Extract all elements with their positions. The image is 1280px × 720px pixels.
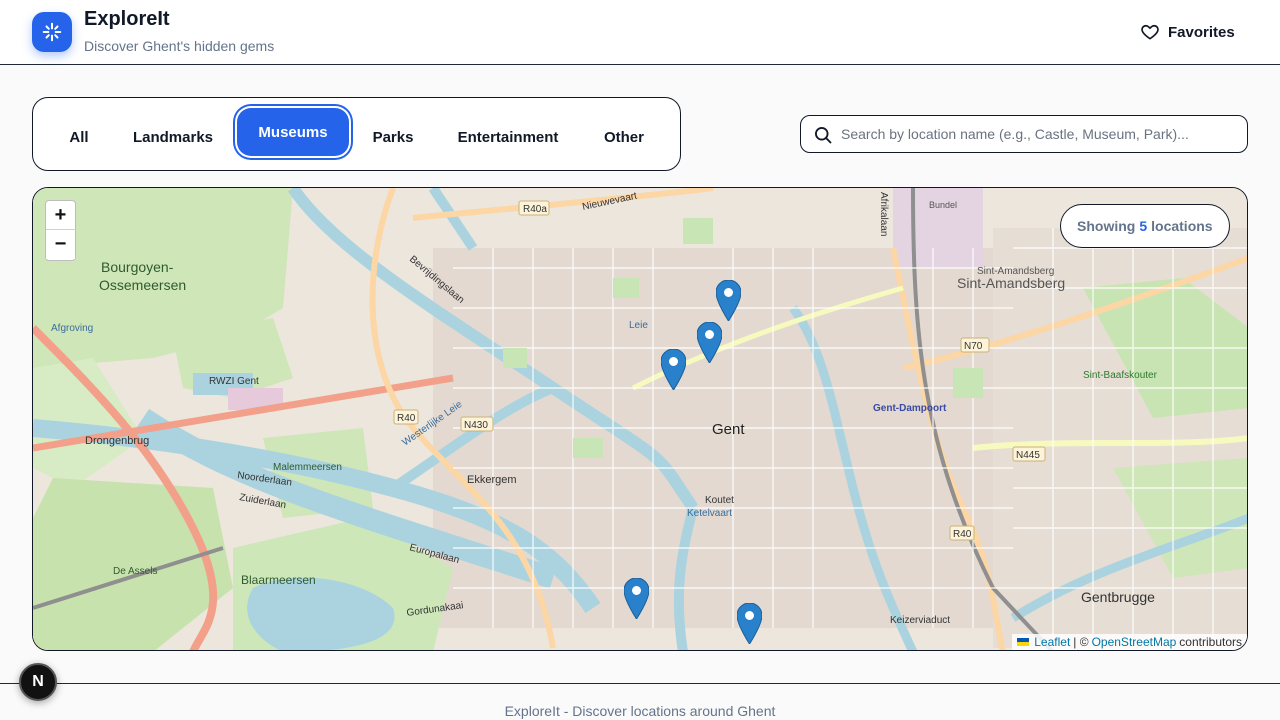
map-label-bundel: Bundel bbox=[929, 200, 957, 210]
app-subtitle: Discover Ghent's hidden gems bbox=[84, 38, 275, 54]
filter-museums[interactable]: Museums bbox=[237, 108, 349, 156]
map-label-leie: Leie bbox=[629, 320, 648, 331]
filter-landmarks[interactable]: Landmarks bbox=[121, 110, 225, 158]
map-label-ossemeersen: Ossemeersen bbox=[99, 277, 186, 293]
filter-parks[interactable]: Parks bbox=[361, 110, 425, 158]
location-marker[interactable] bbox=[716, 280, 741, 321]
count-value: 5 bbox=[1139, 218, 1148, 234]
zoom-in-button[interactable]: + bbox=[46, 201, 75, 230]
app-logo[interactable] bbox=[32, 12, 72, 52]
map-label-blaarmeersen: Blaarmeersen bbox=[241, 573, 316, 587]
map-label-bourgoyen: Bourgoyen- bbox=[101, 259, 174, 275]
zoom-control: + − bbox=[45, 200, 76, 261]
map-label-malemmeersen: Malemmeersen bbox=[273, 462, 342, 473]
attribution-separator: | © bbox=[1073, 635, 1089, 649]
map-label-koutet: Koutet bbox=[705, 495, 734, 506]
location-count-badge: Showing 5 locations bbox=[1060, 204, 1230, 248]
map-label-ekkergem: Ekkergem bbox=[467, 474, 517, 486]
sparkle-icon bbox=[42, 22, 62, 42]
map-label-gentbrugge: Gentbrugge bbox=[1081, 589, 1155, 605]
location-marker[interactable] bbox=[624, 578, 649, 619]
category-filter: All Landmarks Museums Parks Entertainmen… bbox=[32, 97, 681, 171]
map-label-rwzi: RWZI Gent bbox=[209, 376, 259, 387]
map-label-sint-amandsberg: Sint-Amandsberg bbox=[957, 275, 1065, 291]
road-label-r40-west: R40 bbox=[397, 413, 416, 424]
filter-all[interactable]: All bbox=[57, 110, 101, 158]
devtools-badge[interactable]: N bbox=[19, 663, 57, 701]
map-label-afgroving: Afgroving bbox=[51, 323, 93, 334]
map-label-ketelvaart: Ketelvaart bbox=[687, 508, 732, 519]
map-label-afrikalaan: Afrikalaan bbox=[878, 192, 889, 236]
map-label-gent: Gent bbox=[712, 421, 745, 438]
search-icon bbox=[815, 127, 832, 144]
app-title: ExploreIt bbox=[84, 8, 170, 30]
map-label-de-assels: De Assels bbox=[113, 566, 157, 577]
location-marker[interactable] bbox=[661, 349, 686, 390]
osm-link[interactable]: OpenStreetMap bbox=[1092, 635, 1177, 649]
location-marker[interactable] bbox=[737, 603, 762, 644]
leaflet-link[interactable]: Leaflet bbox=[1034, 635, 1070, 649]
search-input[interactable] bbox=[841, 116, 1241, 152]
map-label-keizerviaduct: Keizerviaduct bbox=[890, 615, 950, 626]
road-label-n430: N430 bbox=[464, 420, 488, 431]
count-suffix: locations bbox=[1151, 218, 1213, 234]
app-header: ExploreIt Discover Ghent's hidden gems F… bbox=[0, 0, 1280, 65]
ukraine-flag-icon bbox=[1017, 638, 1030, 646]
map-view[interactable]: Gent Bourgoyen- Ossemeersen Sint-Amandsb… bbox=[32, 187, 1248, 651]
road-label-n445: N445 bbox=[1016, 450, 1040, 461]
map-label-drongenbrug: Drongenbrug bbox=[85, 435, 149, 447]
favorites-label: Favorites bbox=[1168, 23, 1235, 41]
road-label-r40a: R40a bbox=[523, 204, 547, 215]
footer-text: ExploreIt - Discover locations around Gh… bbox=[504, 703, 776, 719]
road-label-r40-east: R40 bbox=[953, 529, 972, 540]
zoom-out-button[interactable]: − bbox=[46, 230, 75, 259]
favorites-button[interactable]: Favorites bbox=[1130, 14, 1245, 50]
map-label-sint-baafskouter: Sint-Baafskouter bbox=[1083, 370, 1158, 381]
location-marker[interactable] bbox=[697, 322, 722, 363]
map-attribution: Leaflet | © OpenStreetMap contributors bbox=[1012, 634, 1247, 650]
filter-other[interactable]: Other bbox=[589, 110, 659, 158]
count-prefix: Showing bbox=[1077, 218, 1136, 234]
heart-icon bbox=[1141, 24, 1159, 40]
page-footer: ExploreIt - Discover locations around Gh… bbox=[0, 683, 1280, 720]
road-label-n70: N70 bbox=[964, 341, 983, 352]
map-label-gent-dampoort: Gent-Dampoort bbox=[873, 403, 947, 414]
search-box bbox=[800, 115, 1248, 153]
filter-entertainment[interactable]: Entertainment bbox=[445, 110, 571, 158]
attribution-suffix: contributors bbox=[1179, 635, 1242, 649]
